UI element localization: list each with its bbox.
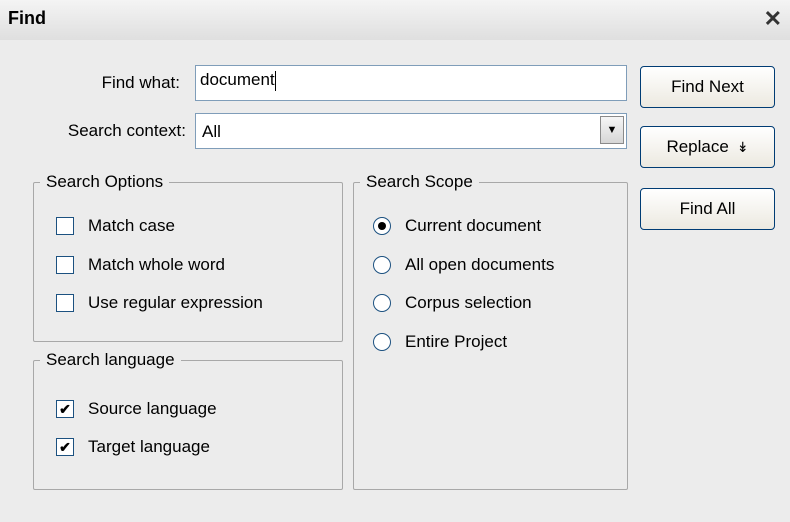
find-all-button[interactable]: Find All [640, 188, 775, 230]
match-case-checkbox[interactable] [56, 217, 74, 235]
all-open-documents-radio[interactable] [373, 256, 391, 274]
regex-option[interactable]: Use regular expression [56, 293, 263, 313]
current-document-label: Current document [405, 216, 542, 235]
find-all-label: Find All [679, 199, 736, 218]
search-context-select[interactable]: All ▼ [195, 113, 627, 149]
source-language-checkbox[interactable]: ✔ [56, 400, 74, 418]
find-next-label: Find Next [671, 77, 744, 96]
text-caret [274, 70, 276, 91]
source-language-option[interactable]: ✔ Source language [56, 399, 217, 419]
find-what-input[interactable]: document [195, 65, 627, 101]
title-bar: Find ✕ [0, 0, 790, 40]
search-language-legend: Search language [46, 350, 175, 369]
target-language-checkbox[interactable]: ✔ [56, 438, 74, 456]
search-context-label: Search context: [67, 121, 186, 140]
corpus-selection-label: Corpus selection [405, 293, 532, 312]
double-arrow-down-icon: ↡ [736, 138, 749, 155]
find-what-value: document [200, 70, 275, 89]
target-language-option[interactable]: ✔ Target language [56, 437, 210, 457]
regex-label: Use regular expression [88, 293, 263, 312]
find-what-label: Find what: [101, 73, 180, 92]
chevron-down-icon[interactable]: ▼ [600, 116, 624, 144]
replace-label: Replace [666, 137, 729, 156]
target-language-label: Target language [88, 437, 210, 456]
search-options-legend: Search Options [46, 172, 164, 191]
scope-corpus-selection[interactable]: Corpus selection [373, 293, 532, 313]
regex-checkbox[interactable] [56, 294, 74, 312]
search-context-value: All [202, 122, 221, 141]
entire-project-radio[interactable] [373, 333, 391, 351]
scope-all-open-documents[interactable]: All open documents [373, 255, 554, 275]
current-document-radio[interactable] [373, 217, 391, 235]
radio-selected-dot [378, 222, 386, 230]
match-case-option[interactable]: Match case [56, 216, 175, 236]
source-language-label: Source language [88, 399, 217, 418]
entire-project-label: Entire Project [405, 332, 508, 351]
all-open-documents-label: All open documents [405, 255, 555, 274]
corpus-selection-radio[interactable] [373, 294, 391, 312]
scope-entire-project[interactable]: Entire Project [373, 332, 507, 352]
match-whole-word-checkbox[interactable] [56, 256, 74, 274]
match-whole-word-label: Match whole word [88, 255, 226, 274]
replace-button[interactable]: Replace ↡ [640, 126, 775, 168]
find-next-button[interactable]: Find Next [640, 66, 775, 108]
search-language-group: Search language [33, 350, 343, 490]
match-case-label: Match case [88, 216, 175, 235]
close-icon[interactable]: ✕ [764, 6, 782, 32]
match-whole-word-option[interactable]: Match whole word [56, 255, 225, 275]
search-scope-legend: Search Scope [366, 172, 473, 191]
window-title: Find [8, 8, 46, 28]
scope-current-document[interactable]: Current document [373, 216, 541, 236]
